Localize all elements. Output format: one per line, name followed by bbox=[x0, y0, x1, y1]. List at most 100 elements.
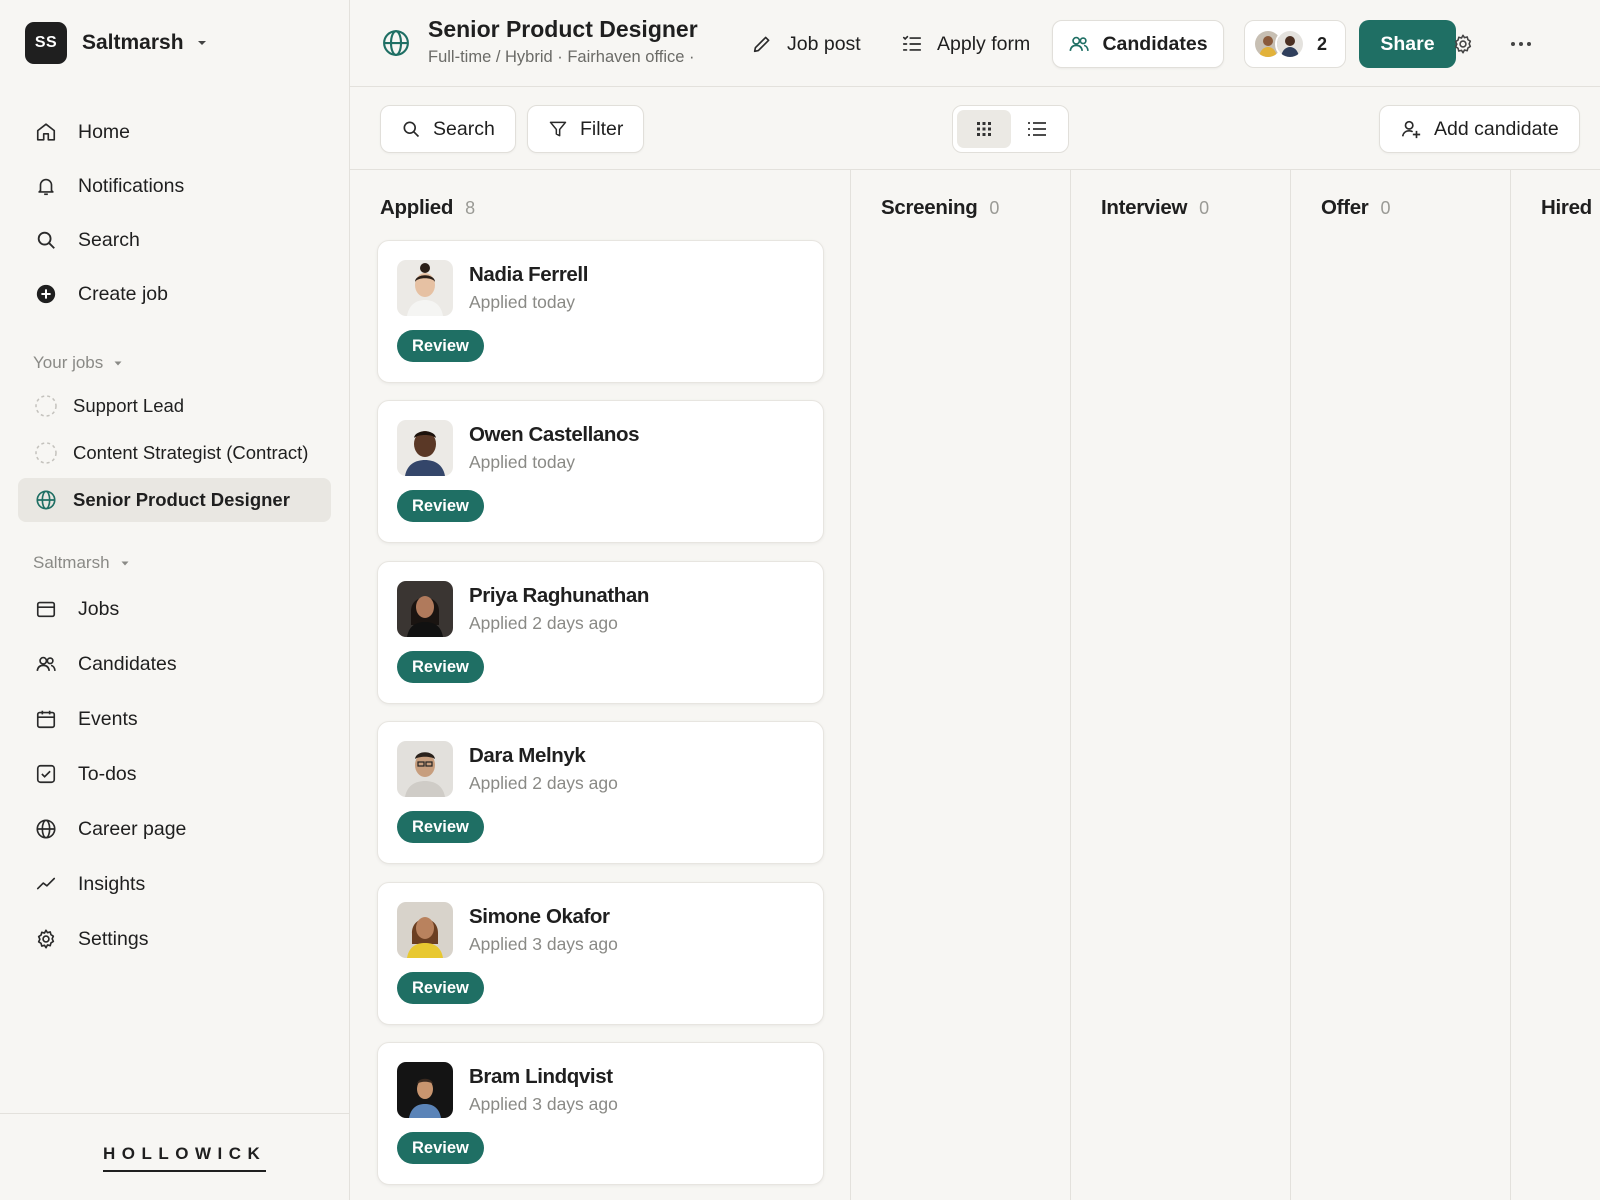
column-count: 0 bbox=[1380, 198, 1391, 218]
job-settings-button[interactable] bbox=[1449, 30, 1477, 58]
collaborators-button[interactable]: 2 bbox=[1244, 20, 1346, 68]
job-item-support-lead[interactable]: Support Lead bbox=[18, 384, 331, 428]
column-applied: Applied 8 Nadia Ferrell Applied today Re… bbox=[350, 170, 851, 1200]
page-title: Senior Product Designer bbox=[428, 16, 698, 42]
tab-candidates[interactable]: Candidates bbox=[1052, 20, 1224, 68]
list-view-button[interactable] bbox=[1011, 110, 1065, 148]
candidate-name: Priya Raghunathan bbox=[469, 584, 650, 607]
review-button[interactable]: Review bbox=[397, 811, 484, 843]
column-title: Offer bbox=[1321, 196, 1369, 219]
job-item-label: Support Lead bbox=[73, 395, 185, 416]
nav-insights-label: Insights bbox=[78, 872, 146, 895]
applied-date: Applied 3 days ago bbox=[469, 934, 618, 954]
column-count: 0 bbox=[989, 198, 1000, 218]
briefcase-icon bbox=[34, 597, 58, 621]
nav-events[interactable]: Events bbox=[34, 702, 138, 736]
review-button[interactable]: Review bbox=[397, 651, 484, 683]
nav-todos[interactable]: To-dos bbox=[34, 757, 137, 791]
search-button[interactable]: Search bbox=[380, 105, 516, 153]
nav-notifications[interactable]: Notifications bbox=[34, 169, 184, 203]
nav-create-job[interactable]: Create job bbox=[34, 277, 168, 311]
dashed-circle-icon bbox=[34, 394, 58, 418]
caret-down-icon bbox=[120, 560, 130, 567]
review-button[interactable]: Review bbox=[397, 330, 484, 362]
search-icon bbox=[401, 119, 421, 139]
nav-create-job-label: Create job bbox=[78, 282, 168, 305]
tab-job-post[interactable]: Job post bbox=[751, 22, 861, 66]
nav-settings[interactable]: Settings bbox=[34, 922, 148, 956]
column-title: Interview bbox=[1101, 196, 1188, 219]
filter-button[interactable]: Filter bbox=[527, 105, 645, 153]
column-count: 0 bbox=[1199, 198, 1210, 218]
column-interview: Interview 0 bbox=[1071, 170, 1291, 1200]
nav-notifications-label: Notifications bbox=[78, 174, 185, 197]
job-item-content-strategist[interactable]: Content Strategist (Contract) bbox=[18, 431, 331, 475]
nav-career-page[interactable]: Career page bbox=[34, 812, 186, 846]
caret-down-icon bbox=[113, 360, 123, 367]
filter-button-label: Filter bbox=[580, 117, 624, 140]
plus-circle-icon bbox=[34, 282, 58, 306]
nav-candidates[interactable]: Candidates bbox=[34, 647, 177, 681]
nav-jobs[interactable]: Jobs bbox=[34, 592, 119, 626]
column-header: Screening 0 bbox=[881, 196, 999, 220]
review-button[interactable]: Review bbox=[397, 1132, 484, 1164]
review-button[interactable]: Review bbox=[397, 490, 484, 522]
column-count: 8 bbox=[465, 198, 476, 218]
org-section-toggle[interactable]: Saltmarsh bbox=[33, 553, 130, 573]
share-button[interactable]: Share bbox=[1359, 20, 1456, 68]
applied-date: Applied today bbox=[469, 452, 576, 472]
caret-down-icon bbox=[196, 39, 208, 47]
workspace-name: Saltmarsh bbox=[82, 31, 184, 54]
nav-career-page-label: Career page bbox=[78, 817, 187, 840]
workspace-switcher[interactable]: SS Saltmarsh bbox=[25, 22, 208, 64]
board-toolbar: Search Filter Add candidate bbox=[350, 87, 1600, 170]
nav-home[interactable]: Home bbox=[34, 115, 130, 149]
your-jobs-toggle[interactable]: Your jobs bbox=[33, 353, 123, 373]
collaborator-avatar bbox=[1275, 29, 1305, 59]
sidebar: SS Saltmarsh Home Notifications Search C… bbox=[0, 0, 350, 1200]
your-jobs-label: Your jobs bbox=[33, 353, 104, 372]
more-options-button[interactable] bbox=[1507, 30, 1535, 58]
dashed-circle-icon bbox=[34, 441, 58, 465]
globe-icon bbox=[34, 488, 58, 512]
candidate-card[interactable]: Priya Raghunathan Applied 2 days ago Rev… bbox=[377, 561, 824, 704]
collaborator-count: 2 bbox=[1317, 33, 1328, 54]
column-title: Screening bbox=[881, 196, 978, 219]
nav-home-label: Home bbox=[78, 120, 131, 143]
column-screening: Screening 0 bbox=[851, 170, 1071, 1200]
users-icon bbox=[1068, 33, 1090, 55]
job-header: Senior Product Designer Full-time / Hybr… bbox=[350, 0, 1600, 87]
home-icon bbox=[34, 120, 58, 144]
job-subtitle: Full-time / Hybrid · Fairhaven office · bbox=[428, 48, 695, 66]
column-header: Applied 8 bbox=[380, 196, 475, 220]
nav-search[interactable]: Search bbox=[34, 223, 140, 257]
board-view-button[interactable] bbox=[957, 110, 1011, 148]
applied-date: Applied today bbox=[469, 292, 576, 312]
add-candidate-button[interactable]: Add candidate bbox=[1379, 105, 1580, 153]
gear-icon bbox=[1452, 33, 1474, 55]
users-icon bbox=[34, 652, 58, 676]
candidate-card[interactable]: Bram Lindqvist Applied 3 days ago Review bbox=[377, 1042, 824, 1185]
tab-apply-form[interactable]: Apply form bbox=[901, 22, 1030, 66]
applied-date: Applied 2 days ago bbox=[469, 613, 618, 633]
ellipsis-icon bbox=[1510, 41, 1532, 47]
gear-icon bbox=[34, 927, 58, 951]
nav-candidates-label: Candidates bbox=[78, 652, 177, 675]
filter-icon bbox=[548, 119, 568, 139]
job-item-label: Senior Product Designer bbox=[73, 489, 290, 510]
candidate-card[interactable]: Nadia Ferrell Applied today Review bbox=[377, 240, 824, 383]
candidate-card[interactable]: Owen Castellanos Applied today Review bbox=[377, 400, 824, 543]
job-item-senior-product-designer[interactable]: Senior Product Designer bbox=[18, 478, 331, 522]
column-title: Applied bbox=[380, 196, 454, 219]
review-button[interactable]: Review bbox=[397, 972, 484, 1004]
avatar bbox=[397, 260, 453, 316]
candidate-card[interactable]: Simone Okafor Applied 3 days ago Review bbox=[377, 882, 824, 1025]
brand-logo: HOLLOWICK bbox=[103, 1144, 267, 1172]
applied-date: Applied 3 days ago bbox=[469, 1094, 618, 1114]
nav-events-label: Events bbox=[78, 707, 138, 730]
candidate-name: Owen Castellanos bbox=[469, 423, 640, 446]
nav-insights[interactable]: Insights bbox=[34, 867, 145, 901]
candidate-name: Nadia Ferrell bbox=[469, 263, 588, 286]
bell-icon bbox=[34, 174, 58, 198]
candidate-card[interactable]: Dara Melnyk Applied 2 days ago Review bbox=[377, 721, 824, 864]
